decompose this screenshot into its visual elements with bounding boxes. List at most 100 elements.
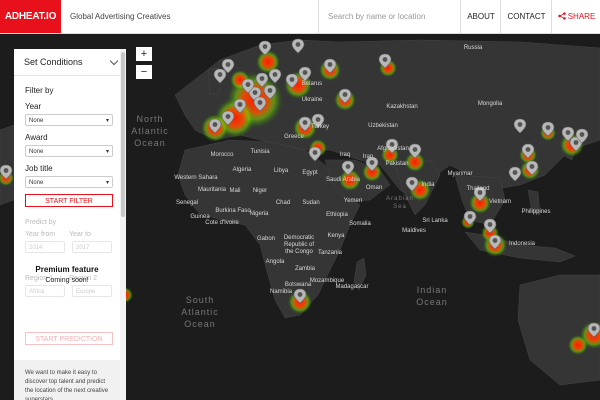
year-from-label: Year from <box>25 231 56 238</box>
map-label: Gabon <box>257 236 275 242</box>
map-label: Algeria <box>233 167 252 173</box>
map-label: Turkey <box>311 124 329 130</box>
start-filter-button[interactable]: START FILTER <box>25 194 113 207</box>
map-label: Tunisia <box>250 149 270 155</box>
share-button[interactable]: SHARE <box>551 0 600 33</box>
ocean-label: South <box>186 295 215 305</box>
ocean-label: North <box>136 114 163 124</box>
map-label: Kazakhstan <box>386 104 417 110</box>
map-label: Angola <box>266 259 285 265</box>
region-selects: Africa Europe <box>14 285 126 297</box>
job-title-select[interactable]: None ▾ <box>25 176 113 188</box>
region2-select: Europe <box>72 285 112 297</box>
map-label: Yemen <box>344 198 362 204</box>
share-icon <box>558 12 566 20</box>
map-label: Sri Lanka <box>422 218 448 224</box>
map-label: Ethiopia <box>326 212 348 218</box>
ocean-label: Ocean <box>184 319 216 329</box>
map-label: Morocco <box>210 152 234 158</box>
panel-scrollbar[interactable] <box>120 49 126 400</box>
filter-by-heading: Filter by <box>25 86 54 95</box>
chevron-down-icon: ▾ <box>105 149 109 155</box>
map-label: Saudi Arabia <box>326 177 361 183</box>
nav-contact-link[interactable]: CONTACT <box>500 0 552 33</box>
search-input[interactable] <box>319 0 458 33</box>
map-label: Iran <box>363 154 373 160</box>
map-label: Zambia <box>295 266 316 272</box>
region1-select: Africa <box>25 285 65 297</box>
chevron-down-icon: ▾ <box>105 180 109 186</box>
map-label: Botswana <box>285 282 312 288</box>
nav-about-link[interactable]: ABOUT <box>460 0 501 33</box>
premium-title: Premium feature <box>35 265 99 274</box>
map-label: Burkina Faso <box>215 208 251 214</box>
map-label: the Congo <box>285 249 313 255</box>
map-label: Thailand <box>466 186 489 192</box>
chevron-down-icon[interactable] <box>109 56 119 66</box>
map-label: Belarus <box>302 81 322 87</box>
map-label: Western Sahara <box>174 175 218 181</box>
map-label: Indonesia <box>509 241 536 247</box>
ocean-label: Indian <box>417 285 448 295</box>
map-label: Kenya <box>327 233 345 239</box>
year-to-label: Year to <box>69 231 91 238</box>
map-label: Greece <box>284 134 304 140</box>
map-label: Niger <box>253 188 267 194</box>
panel-footer: We want to make it easy to discover top … <box>14 360 120 400</box>
map-label: Republic of <box>284 242 314 248</box>
ocean-label: Sea <box>393 204 407 210</box>
map-label: Somalia <box>349 221 371 227</box>
year-from-select: 2014 <box>25 241 65 253</box>
map-label: Egypt <box>302 170 318 176</box>
map-label: Vietnam <box>489 199 511 205</box>
year-label: Year <box>25 102 42 111</box>
map-label: Mauritania <box>198 187 227 193</box>
panel-header[interactable]: Set Conditions <box>14 49 126 76</box>
map-label: Oman <box>366 185 382 191</box>
map-label: Afghanistan <box>377 146 409 152</box>
premium-overlay: Premium feature Coming soon! <box>14 265 120 284</box>
ocean-label: Ocean <box>416 297 448 307</box>
share-label: SHARE <box>567 12 596 21</box>
year-range-selects: 2014 2017 <box>14 241 126 253</box>
map-label: Libya <box>274 168 289 174</box>
map-label: Chad <box>276 200 290 206</box>
year-select-value: None <box>29 118 44 124</box>
ocean-label: Atlantic <box>131 126 169 136</box>
year-select[interactable]: None ▾ <box>25 114 113 126</box>
premium-subtitle: Coming soon! <box>45 277 89 284</box>
chevron-down-icon: ▾ <box>105 118 109 124</box>
map-label: Mali <box>229 188 240 194</box>
map-label: Maldives <box>402 228 426 234</box>
year-range-row: Year from Year to <box>14 231 126 238</box>
predict-by-heading: Predict by <box>25 219 57 226</box>
job-title-label: Job title <box>25 164 53 173</box>
ocean-label: Arabian <box>386 196 414 202</box>
footer-text: We want to make it easy to discover top … <box>25 370 109 400</box>
award-select-value: None <box>29 149 44 155</box>
year-to-select: 2017 <box>72 241 112 253</box>
filter-panel: Set Conditions Filter by Year None ▾ Awar… <box>14 49 126 400</box>
award-label: Award <box>25 133 48 142</box>
start-prediction-button: START PREDICTION <box>25 332 113 345</box>
map-label: Russia <box>464 45 483 51</box>
map-label: Nigeria <box>249 211 269 217</box>
award-select[interactable]: None ▾ <box>25 145 113 157</box>
ocean-label: Ocean <box>134 138 166 148</box>
map-label: Iraq <box>340 152 350 158</box>
map-label: Sudan <box>302 200 319 206</box>
logo[interactable]: ADHEAT.IO <box>0 0 61 33</box>
map-label: Uzbekistan <box>368 123 398 129</box>
map-label: Mongolia <box>478 101 503 107</box>
map-label: Cote d'Ivoire <box>205 220 239 226</box>
top-bar: ADHEAT.IO Global Advertising Creatives A… <box>0 0 600 34</box>
scrollbar-thumb[interactable] <box>121 52 125 217</box>
ocean-label: Atlantic <box>181 307 219 317</box>
zoom-out-button[interactable]: − <box>136 65 152 79</box>
map-label: Mozambique <box>310 278 345 284</box>
zoom-in-button[interactable]: + <box>136 47 152 61</box>
map-label: Tanzania <box>318 250 343 256</box>
map-label: Senegal <box>176 200 198 206</box>
map-label: Democratic <box>284 235 314 241</box>
map-label: Pakistan <box>385 161 408 167</box>
